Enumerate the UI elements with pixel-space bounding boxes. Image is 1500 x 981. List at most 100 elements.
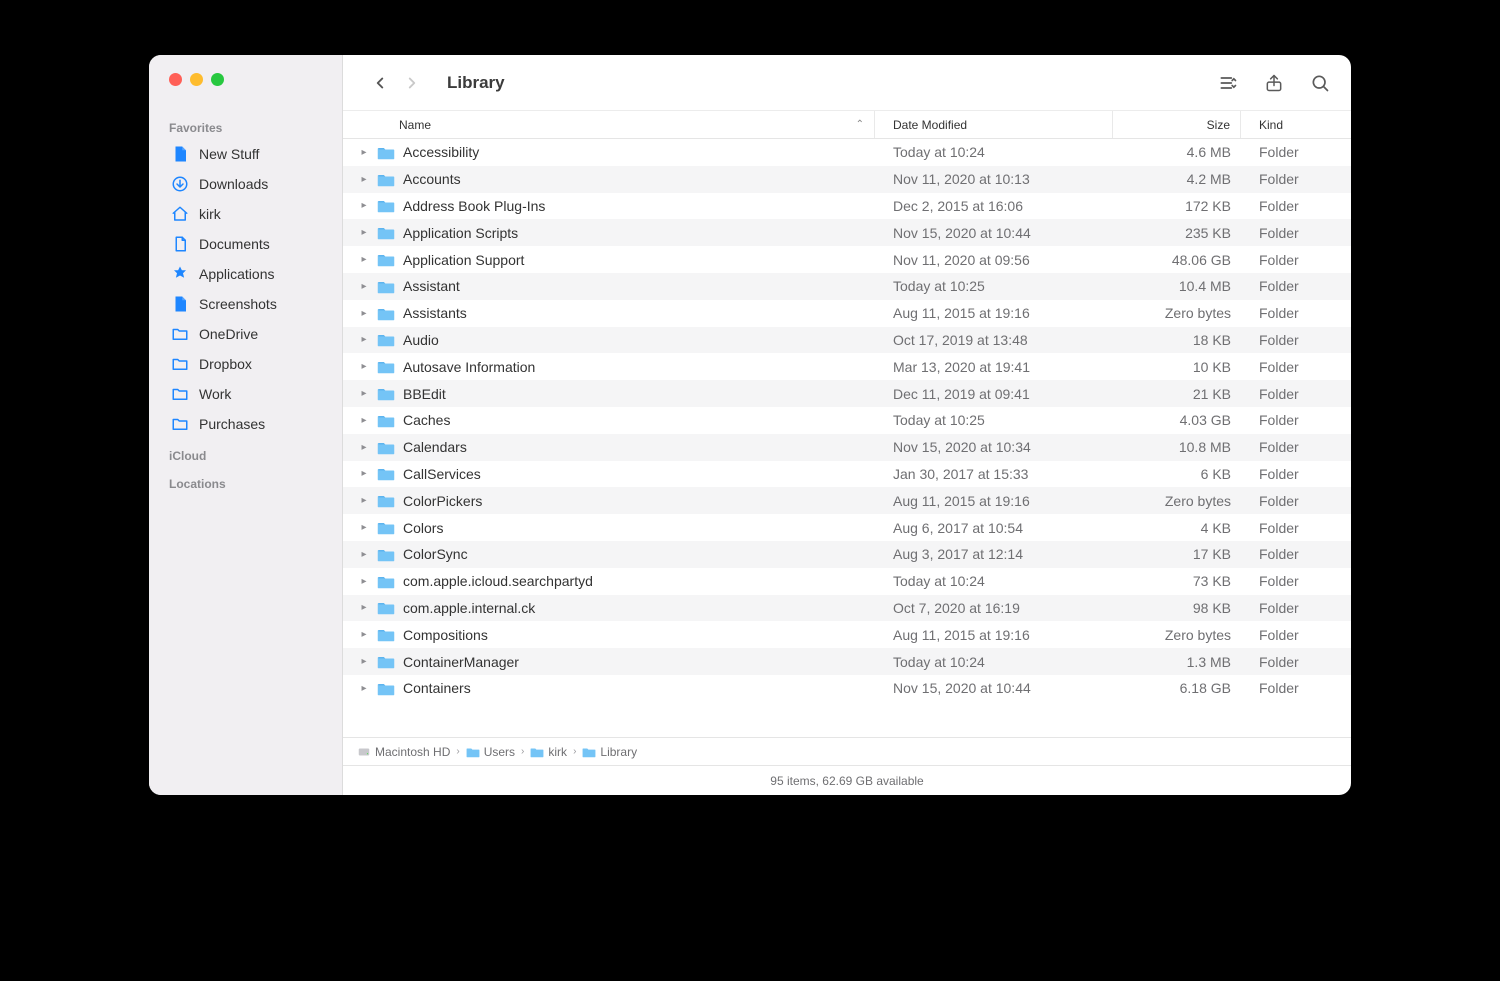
file-name: BBEdit: [403, 386, 875, 402]
file-row[interactable]: ▸ ColorSync Aug 3, 2017 at 12:14 17 KB F…: [343, 541, 1351, 568]
folder-icon: [377, 198, 395, 213]
path-crumb-users[interactable]: Users: [466, 745, 515, 759]
disclosure-triangle-icon[interactable]: ▸: [357, 334, 371, 345]
column-header-kind[interactable]: Kind: [1241, 111, 1351, 138]
file-row[interactable]: ▸ Address Book Plug-Ins Dec 2, 2015 at 1…: [343, 193, 1351, 220]
disclosure-triangle-icon[interactable]: ▸: [357, 442, 371, 453]
disclosure-triangle-icon[interactable]: ▸: [357, 576, 371, 587]
sidebar-item-purchases[interactable]: Purchases: [149, 409, 342, 439]
file-row[interactable]: ▸ Calendars Nov 15, 2020 at 10:34 10.8 M…: [343, 434, 1351, 461]
disclosure-triangle-icon[interactable]: ▸: [357, 388, 371, 399]
sidebar-section-label[interactable]: Locations: [149, 467, 342, 495]
file-row[interactable]: ▸ Caches Today at 10:25 4.03 GB Folder: [343, 407, 1351, 434]
path-crumb-label: kirk: [548, 745, 567, 759]
folder-icon: [171, 415, 189, 433]
file-list-area[interactable]: ▸ Accessibility Today at 10:24 4.6 MB Fo…: [343, 139, 1351, 737]
file-kind: Folder: [1241, 278, 1351, 294]
disclosure-triangle-icon[interactable]: ▸: [357, 308, 371, 319]
sidebar-item-onedrive[interactable]: OneDrive: [149, 319, 342, 349]
file-row[interactable]: ▸ ContainerManager Today at 10:24 1.3 MB…: [343, 648, 1351, 675]
sidebar-item-label: kirk: [199, 206, 221, 222]
file-row[interactable]: ▸ Accounts Nov 11, 2020 at 10:13 4.2 MB …: [343, 166, 1351, 193]
file-row[interactable]: ▸ Application Support Nov 11, 2020 at 09…: [343, 246, 1351, 273]
sidebar-item-new-stuff[interactable]: New Stuff: [149, 139, 342, 169]
disclosure-triangle-icon[interactable]: ▸: [357, 174, 371, 185]
disclosure-triangle-icon[interactable]: ▸: [357, 281, 371, 292]
file-date: Mar 13, 2020 at 19:41: [875, 359, 1113, 375]
file-name: Assistant: [403, 278, 875, 294]
file-row[interactable]: ▸ BBEdit Dec 11, 2019 at 09:41 21 KB Fol…: [343, 380, 1351, 407]
disclosure-triangle-icon[interactable]: ▸: [357, 549, 371, 560]
sidebar-item-documents[interactable]: Documents: [149, 229, 342, 259]
column-header-date[interactable]: Date Modified: [875, 111, 1113, 138]
file-row[interactable]: ▸ ColorPickers Aug 11, 2015 at 19:16 Zer…: [343, 487, 1351, 514]
sidebar-item-downloads[interactable]: Downloads: [149, 169, 342, 199]
disclosure-triangle-icon[interactable]: ▸: [357, 254, 371, 265]
file-row[interactable]: ▸ Accessibility Today at 10:24 4.6 MB Fo…: [343, 139, 1351, 166]
chevron-right-icon: ›: [573, 746, 576, 757]
file-row[interactable]: ▸ CallServices Jan 30, 2017 at 15:33 6 K…: [343, 461, 1351, 488]
file-row[interactable]: ▸ com.apple.icloud.searchpartyd Today at…: [343, 568, 1351, 595]
disclosure-triangle-icon[interactable]: ▸: [357, 602, 371, 613]
folder-icon: [377, 279, 395, 294]
minimize-window-button[interactable]: [190, 73, 203, 86]
file-size: 98 KB: [1113, 600, 1241, 616]
fullscreen-window-button[interactable]: [211, 73, 224, 86]
disclosure-triangle-icon[interactable]: ▸: [357, 522, 371, 533]
disclosure-triangle-icon[interactable]: ▸: [357, 415, 371, 426]
file-row[interactable]: ▸ Assistant Today at 10:25 10.4 MB Folde…: [343, 273, 1351, 300]
sidebar-section-label[interactable]: Favorites: [149, 111, 342, 139]
path-crumb-label: Macintosh HD: [375, 745, 450, 759]
file-size: 10 KB: [1113, 359, 1241, 375]
path-crumb-macintosh-hd[interactable]: Macintosh HD: [357, 745, 450, 759]
disclosure-triangle-icon[interactable]: ▸: [357, 361, 371, 372]
disclosure-triangle-icon[interactable]: ▸: [357, 656, 371, 667]
disclosure-triangle-icon[interactable]: ▸: [357, 200, 371, 211]
file-name: com.apple.internal.ck: [403, 600, 875, 616]
disclosure-triangle-icon[interactable]: ▸: [357, 468, 371, 479]
file-row[interactable]: ▸ Colors Aug 6, 2017 at 10:54 4 KB Folde…: [343, 514, 1351, 541]
disclosure-triangle-icon[interactable]: ▸: [357, 495, 371, 506]
back-button[interactable]: [367, 70, 393, 96]
file-row[interactable]: ▸ Audio Oct 17, 2019 at 13:48 18 KB Fold…: [343, 327, 1351, 354]
search-button[interactable]: [1305, 68, 1335, 98]
path-crumb-library[interactable]: Library: [582, 745, 637, 759]
column-header-name[interactable]: Name ⌃: [343, 111, 875, 138]
disclosure-triangle-icon[interactable]: ▸: [357, 147, 371, 158]
path-crumb-kirk[interactable]: kirk: [530, 745, 567, 759]
file-date: Aug 6, 2017 at 10:54: [875, 520, 1113, 536]
folder-icon: [377, 386, 395, 401]
file-row[interactable]: ▸ com.apple.internal.ck Oct 7, 2020 at 1…: [343, 595, 1351, 622]
file-row[interactable]: ▸ Application Scripts Nov 15, 2020 at 10…: [343, 219, 1351, 246]
file-kind: Folder: [1241, 144, 1351, 160]
folder-icon: [377, 225, 395, 240]
file-kind: Folder: [1241, 225, 1351, 241]
close-window-button[interactable]: [169, 73, 182, 86]
file-row[interactable]: ▸ Assistants Aug 11, 2015 at 19:16 Zero …: [343, 300, 1351, 327]
sidebar-item-label: Downloads: [199, 176, 268, 192]
sidebar-item-dropbox[interactable]: Dropbox: [149, 349, 342, 379]
file-date: Aug 11, 2015 at 19:16: [875, 305, 1113, 321]
forward-button[interactable]: [399, 70, 425, 96]
column-header-size[interactable]: Size: [1113, 111, 1241, 138]
sidebar-item-screenshots[interactable]: Screenshots: [149, 289, 342, 319]
sidebar-item-applications[interactable]: Applications: [149, 259, 342, 289]
folder-icon: [377, 466, 395, 481]
sidebar-section-label[interactable]: iCloud: [149, 439, 342, 467]
disclosure-triangle-icon[interactable]: ▸: [357, 683, 371, 694]
file-size: 235 KB: [1113, 225, 1241, 241]
sidebar-item-kirk[interactable]: kirk: [149, 199, 342, 229]
sidebar-item-work[interactable]: Work: [149, 379, 342, 409]
share-button[interactable]: [1259, 68, 1289, 98]
file-row[interactable]: ▸ Autosave Information Mar 13, 2020 at 1…: [343, 353, 1351, 380]
file-row[interactable]: ▸ Compositions Aug 11, 2015 at 19:16 Zer…: [343, 621, 1351, 648]
disclosure-triangle-icon[interactable]: ▸: [357, 629, 371, 640]
disclosure-triangle-icon[interactable]: ▸: [357, 227, 371, 238]
view-options-button[interactable]: [1213, 68, 1243, 98]
file-name: Caches: [403, 412, 875, 428]
file-row[interactable]: ▸ Containers Nov 15, 2020 at 10:44 6.18 …: [343, 675, 1351, 702]
file-kind: Folder: [1241, 439, 1351, 455]
file-size: 17 KB: [1113, 546, 1241, 562]
file-kind: Folder: [1241, 171, 1351, 187]
file-name: Autosave Information: [403, 359, 875, 375]
